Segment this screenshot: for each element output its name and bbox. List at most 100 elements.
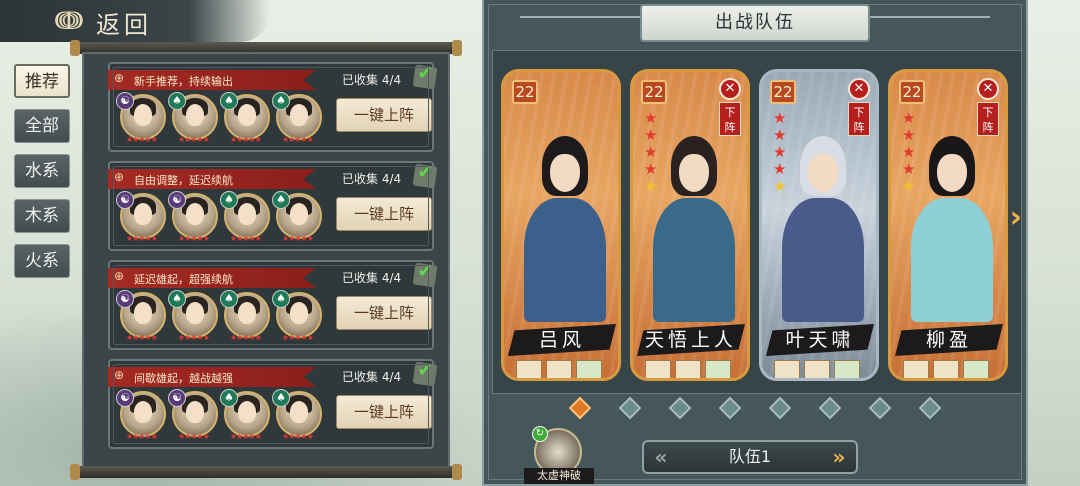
one-click-deploy-button[interactable]: 一键上阵 [336,395,432,429]
hero-avatar[interactable]: ☯ ★★★★★ [168,389,218,441]
remove-hero-button[interactable]: 下阵 [719,102,741,136]
wood-element-icon: ♠ [272,191,290,209]
page-dot[interactable] [868,396,892,420]
hero-level: 22 [899,80,925,104]
recommended-teams-panel[interactable]: ⊕ 新手推荐，持续输出 已收集 4/4 ✔ ☯ ★★★★★ ♠ ★★★★★ ♠ ★★★★★ ♠ ★★★… [82,52,450,468]
page-dot[interactable] [568,396,592,420]
cloud-swirl-icon: ↈ [54,6,84,36]
star-rating: ★★★★★ [178,333,210,342]
hero-avatar[interactable]: ♠ ★★★★★ [168,290,218,342]
one-click-deploy-button[interactable]: 一键上阵 [336,197,432,231]
collected-count: 已收集 4/4 [342,73,402,87]
star-rating: ★★★★★ [282,333,314,342]
magnify-icon[interactable]: ⊕ [114,269,124,283]
accessory-slot[interactable] [963,360,989,378]
wood-element-icon: ♠ [272,92,290,110]
star-rating: ★★★★★ [282,135,314,144]
remove-hero-button[interactable]: 下阵 [977,102,999,136]
hero-avatar[interactable]: ♠ ★★★★★ [220,191,270,243]
star-rating: ★★★★★ [230,432,262,441]
collected-count: 已收集 4/4 [342,172,402,186]
tab-1[interactable]: 全部 [14,109,70,143]
wood-element-icon: ♠ [220,389,238,407]
tab-4[interactable]: 火系 [14,244,70,278]
hero-portrait [647,132,739,322]
hero-avatar[interactable]: ☯ ★★★★★ [116,290,166,342]
hero-avatar[interactable]: ☯ ★★★★★ [168,191,218,243]
wood-element-icon: ♠ [272,290,290,308]
remove-icon[interactable]: ✕ [977,78,999,100]
yin-yang-icon: ☯ [116,191,134,209]
hero-level: 22 [641,80,667,104]
hero-avatar[interactable]: ♠ ★★★★★ [272,290,322,342]
red-star-icon: ★ [644,109,658,127]
accessory-slot[interactable] [834,360,860,378]
team-card: ⊕ 延迟雄起，超强续航 已收集 4/4 ✔ ☯ ★★★★★ ♠ ★★★★★ ♠ ★★★★★ ♠ ★★★… [108,260,438,350]
hero-level: 22 [512,80,538,104]
one-click-deploy-button[interactable]: 一键上阵 [336,296,432,330]
weapon-slot[interactable] [903,360,929,378]
hero-avatar[interactable]: ♠ ★★★★★ [272,389,322,441]
hero-level: 22 [770,80,796,104]
remove-icon[interactable]: ✕ [848,78,870,100]
weapon-slot[interactable] [516,360,542,378]
star-rating: ★★★★★ [126,432,158,441]
team-title: 间歇雄起，越战越强 [134,372,233,385]
armor-slot[interactable] [675,360,701,378]
hero-avatar[interactable]: ♠ ★★★★★ [220,389,270,441]
page-dot[interactable] [918,396,942,420]
refresh-icon[interactable]: ↻ [532,426,548,442]
armor-slot[interactable] [804,360,830,378]
hero-avatar[interactable]: ♠ ★★★★★ [272,191,322,243]
team-card: ⊕ 新手推荐，持续输出 已收集 4/4 ✔ ☯ ★★★★★ ♠ ★★★★★ ♠ ★★★★★ ♠ ★★★… [108,62,438,152]
page-indicator [568,396,942,420]
page-dot[interactable] [718,396,742,420]
accessory-slot[interactable] [576,360,602,378]
star-rating: ★★★★★ [126,333,158,342]
team-selector[interactable]: « 队伍1 » [642,440,858,474]
hero-avatar[interactable]: ♠ ★★★★★ [220,290,270,342]
hero-avatar[interactable]: ♠ ★★★★★ [220,92,270,144]
back-label: 返回 [96,11,152,39]
hero-avatar[interactable]: ☯ ★★★★★ [116,191,166,243]
tab-3[interactable]: 木系 [14,199,70,233]
one-click-deploy-button[interactable]: 一键上阵 [336,98,432,132]
hero-avatar[interactable]: ☯ ★★★★★ [116,92,166,144]
hero-avatar[interactable]: ♠ ★★★★★ [168,92,218,144]
hero-card[interactable]: 22 ★ ★ ★ ★ ★ ✕ 下阵 天悟上人 [630,69,750,381]
equipment-slots [774,360,860,378]
page-dot[interactable] [818,396,842,420]
next-page-arrow[interactable]: › [1010,200,1022,235]
hero-slots: 22 吕风 22 ★ ★ ★ ★ ★ ✕ 下阵 天悟上人 22 ★ ★ ★ ★ ★ ✕ 下阵 叶天啸 22 ★ ★ ★ ★ ★ ✕ 下… [492,50,1022,394]
armor-slot[interactable] [933,360,959,378]
skill-label: 太虚神破 [524,468,594,484]
hero-card[interactable]: 22 吕风 [501,69,621,381]
magnify-icon[interactable]: ⊕ [114,368,124,382]
hero-avatar[interactable]: ☯ ★★★★★ [116,389,166,441]
page-dot[interactable] [618,396,642,420]
armor-slot[interactable] [546,360,572,378]
remove-hero-button[interactable]: 下阵 [848,102,870,136]
check-icon: ✔ [412,162,438,189]
page-dot[interactable] [668,396,692,420]
yin-yang-icon: ☯ [168,191,186,209]
weapon-slot[interactable] [774,360,800,378]
prev-team-icon[interactable]: « [650,446,672,468]
team-ribbon: ⊕ 新手推荐，持续输出 [108,70,316,90]
page-dot[interactable] [768,396,792,420]
yin-yang-icon: ☯ [116,92,134,110]
hero-avatar[interactable]: ♠ ★★★★★ [272,92,322,144]
remove-icon[interactable]: ✕ [719,78,741,100]
magnify-icon[interactable]: ⊕ [114,71,124,85]
tab-2[interactable]: 水系 [14,154,70,188]
hero-card[interactable]: 22 ★ ★ ★ ★ ★ ✕ 下阵 叶天啸 [759,69,879,381]
back-button[interactable]: ↈ 返回 [0,0,270,42]
next-team-icon[interactable]: » [828,446,850,468]
weapon-slot[interactable] [645,360,671,378]
star-rating: ★★★★★ [178,432,210,441]
magnify-icon[interactable]: ⊕ [114,170,124,184]
wood-element-icon: ♠ [168,92,186,110]
hero-card[interactable]: 22 ★ ★ ★ ★ ★ ✕ 下阵 柳盈 [888,69,1008,381]
accessory-slot[interactable] [705,360,731,378]
tab-0[interactable]: 推荐 [14,64,70,98]
